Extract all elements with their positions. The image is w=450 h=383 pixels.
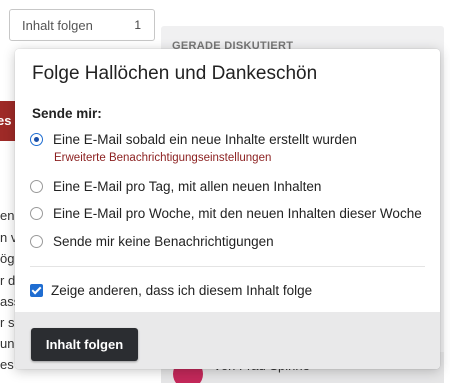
divider — [30, 266, 425, 267]
follow-trigger-label: Inhalt folgen — [22, 17, 93, 33]
send-me-label: Sende mir: — [32, 106, 102, 121]
follow-content-submit-button[interactable]: Inhalt folgen — [31, 328, 138, 361]
option-label: Eine E-Mail pro Tag, mit allen neuen Inh… — [53, 179, 322, 194]
background-red-tab: es — [0, 101, 15, 141]
radio-button[interactable] — [30, 180, 43, 193]
advanced-notification-settings-link[interactable]: Erweiterte Benachrichtigungseinstellunge… — [54, 152, 271, 164]
background-text: en — [0, 208, 15, 223]
popover-title: Folge Hallöchen und Dankeschön — [32, 63, 318, 84]
background-text: es v — [0, 357, 15, 372]
show-others-following-checkbox-row[interactable]: Zeige anderen, dass ich diesem Inhalt fo… — [30, 283, 312, 298]
background-text: und — [0, 336, 15, 351]
radio-button-selected[interactable] — [30, 133, 43, 146]
background-text: r di — [0, 273, 15, 288]
popover-body: Folge Hallöchen und Dankeschön Sende mir… — [15, 49, 440, 312]
option-label: Sende mir keine Benachrichtigungen — [53, 234, 274, 249]
option-email-daily[interactable]: Eine E-Mail pro Tag, mit allen neuen Inh… — [30, 179, 321, 194]
popover-footer: Inhalt folgen — [15, 312, 440, 369]
show-others-checkbox[interactable] — [30, 284, 43, 297]
follow-popover: Folge Hallöchen und Dankeschön Sende mir… — [15, 49, 440, 369]
background-text: n v — [0, 230, 15, 245]
background-text: ög — [0, 251, 15, 266]
radio-button[interactable] — [30, 207, 43, 220]
option-email-immediately[interactable]: Eine E-Mail sobald ein neue Inhalte erst… — [30, 132, 357, 147]
option-label: Eine E-Mail pro Woche, mit den neuen Inh… — [53, 206, 422, 221]
radio-button[interactable] — [30, 235, 43, 248]
follow-content-trigger-button[interactable]: Inhalt folgen 1 — [9, 9, 155, 41]
option-no-notifications[interactable]: Sende mir keine Benachrichtigungen — [30, 234, 274, 249]
show-others-label: Zeige anderen, dass ich diesem Inhalt fo… — [51, 283, 313, 298]
follower-count: 1 — [134, 18, 141, 32]
option-email-weekly[interactable]: Eine E-Mail pro Woche, mit den neuen Inh… — [30, 206, 422, 221]
option-label: Eine E-Mail sobald ein neue Inhalte erst… — [53, 132, 357, 147]
background-text: r sie — [0, 315, 15, 330]
background-text: ass — [0, 294, 15, 309]
